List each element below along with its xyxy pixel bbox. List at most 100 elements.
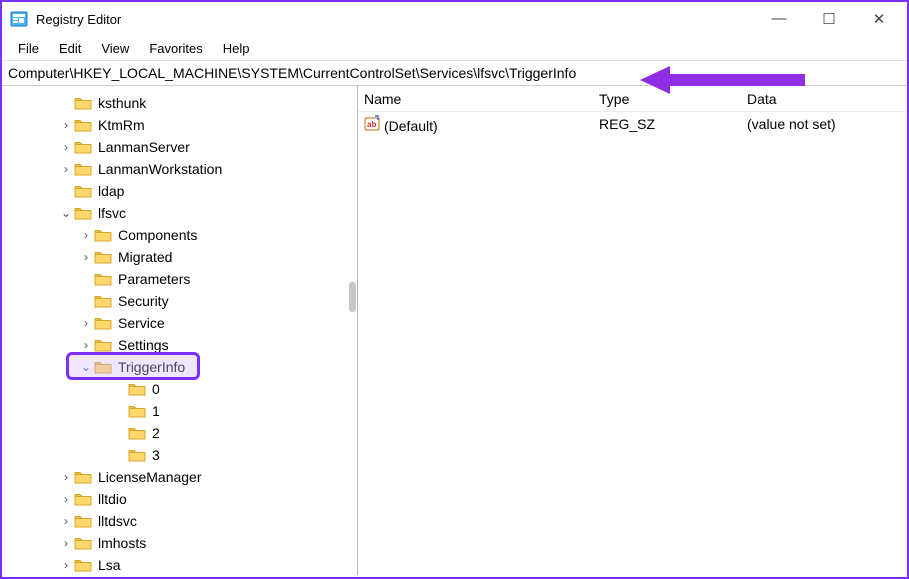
- list-header: Name Type Data: [358, 86, 907, 112]
- chevron-right-icon[interactable]: ›: [60, 514, 72, 528]
- folder-icon: [74, 536, 92, 550]
- tree-item-label: 0: [152, 381, 160, 397]
- chevron-right-icon[interactable]: ›: [60, 536, 72, 550]
- folder-icon: [74, 96, 92, 110]
- tree-item[interactable]: Security: [2, 290, 357, 312]
- tree-item[interactable]: › LicenseManager: [2, 466, 357, 488]
- menu-help[interactable]: Help: [213, 39, 260, 58]
- folder-icon: [74, 514, 92, 528]
- tree-item[interactable]: ⌄lfsvc: [2, 202, 357, 224]
- folder-icon: [74, 206, 92, 220]
- tree-item-label: ldap: [98, 183, 124, 199]
- tree-item[interactable]: 0: [2, 378, 357, 400]
- folder-icon: [74, 140, 92, 154]
- svg-text:ab: ab: [367, 120, 376, 129]
- tree-item[interactable]: 3: [2, 444, 357, 466]
- menu-view[interactable]: View: [91, 39, 139, 58]
- col-header-name[interactable]: Name: [364, 91, 599, 107]
- value-type: REG_SZ: [599, 116, 747, 132]
- tree-item-label: ksthunk: [98, 95, 146, 111]
- folder-icon: [94, 316, 112, 330]
- chevron-right-icon[interactable]: ›: [60, 140, 72, 154]
- string-value-icon: ab: [364, 115, 380, 131]
- list-row[interactable]: ab (Default) REG_SZ(value not set): [358, 112, 907, 136]
- tree-item[interactable]: › lltdsvc: [2, 510, 357, 532]
- folder-icon: [128, 448, 146, 462]
- close-button[interactable]: ✕: [865, 10, 893, 28]
- window-controls: — ☐ ✕: [765, 10, 899, 28]
- tree-item[interactable]: › Settings: [2, 334, 357, 356]
- folder-icon: [128, 382, 146, 396]
- menubar: File Edit View Favorites Help: [2, 36, 907, 60]
- chevron-right-icon[interactable]: ›: [60, 162, 72, 176]
- tree-item[interactable]: 1: [2, 400, 357, 422]
- chevron-right-icon[interactable]: ›: [80, 228, 92, 242]
- folder-icon: [74, 118, 92, 132]
- maximize-button[interactable]: ☐: [815, 10, 843, 28]
- value-data: (value not set): [747, 116, 907, 132]
- chevron-right-icon[interactable]: ›: [60, 492, 72, 506]
- tree-item-label: 3: [152, 447, 160, 463]
- chevron-right-icon[interactable]: ›: [80, 338, 92, 352]
- folder-icon: [74, 162, 92, 176]
- list-pane: Name Type Data ab (Default) REG_SZ(value n…: [358, 86, 907, 575]
- tree-item-label: lltdio: [98, 491, 127, 507]
- chevron-right-icon[interactable]: ›: [80, 250, 92, 264]
- menu-edit[interactable]: Edit: [49, 39, 91, 58]
- folder-icon: [74, 184, 92, 198]
- tree-item[interactable]: › Migrated: [2, 246, 357, 268]
- chevron-right-icon[interactable]: ›: [60, 558, 72, 572]
- tree-item-label: KtmRm: [98, 117, 145, 133]
- tree-item[interactable]: ⌄ TriggerInfo: [2, 356, 357, 378]
- folder-icon: [74, 558, 92, 572]
- chevron-right-icon[interactable]: ›: [80, 316, 92, 330]
- menu-file[interactable]: File: [8, 39, 49, 58]
- tree-item[interactable]: 2: [2, 422, 357, 444]
- tree-item[interactable]: › lltdio: [2, 488, 357, 510]
- tree-item[interactable]: ksthunk: [2, 92, 357, 114]
- folder-icon: [94, 294, 112, 308]
- chevron-down-icon[interactable]: ⌄: [60, 206, 72, 220]
- tree-item-label: Settings: [118, 337, 169, 353]
- tree-item-label: LanmanServer: [98, 139, 190, 155]
- folder-icon: [74, 470, 92, 484]
- folder-icon: [94, 228, 112, 242]
- tree-item[interactable]: › LanmanWorkstation: [2, 158, 357, 180]
- tree-item-label: Components: [118, 227, 197, 243]
- col-header-type[interactable]: Type: [599, 91, 747, 107]
- address-input[interactable]: [8, 65, 901, 81]
- tree-item-label: Migrated: [118, 249, 172, 265]
- tree-item[interactable]: › Service: [2, 312, 357, 334]
- tree-item-label: lmhosts: [98, 535, 146, 551]
- tree-item[interactable]: Parameters: [2, 268, 357, 290]
- tree-item[interactable]: › Components: [2, 224, 357, 246]
- tree-item-label: TriggerInfo: [118, 359, 185, 375]
- folder-icon: [94, 338, 112, 352]
- tree-item-label: Service: [118, 315, 165, 331]
- tree-item-label: LicenseManager: [98, 469, 202, 485]
- address-bar: [2, 60, 907, 86]
- value-name: (Default): [384, 118, 438, 134]
- tree-item-label: LanmanWorkstation: [98, 161, 222, 177]
- tree-item-label: 2: [152, 425, 160, 441]
- chevron-right-icon[interactable]: ›: [60, 470, 72, 484]
- tree-item[interactable]: › KtmRm: [2, 114, 357, 136]
- tree-item[interactable]: › LanmanServer: [2, 136, 357, 158]
- tree-item-label: 1: [152, 403, 160, 419]
- scrollbar-thumb[interactable]: [349, 282, 356, 312]
- tree-item-label: Security: [118, 293, 169, 309]
- tree-item-label: lltdsvc: [98, 513, 137, 529]
- menu-favorites[interactable]: Favorites: [139, 39, 212, 58]
- folder-icon: [74, 492, 92, 506]
- tree-item[interactable]: › lmhosts: [2, 532, 357, 554]
- tree-item[interactable]: ldap: [2, 180, 357, 202]
- chevron-down-icon[interactable]: ⌄: [80, 360, 92, 374]
- minimize-button[interactable]: —: [765, 10, 793, 28]
- main-area: ksthunk › KtmRm › LanmanServer › LanmanWorksta…: [2, 86, 907, 575]
- folder-icon: [128, 426, 146, 440]
- tree-item[interactable]: ›Lsa: [2, 554, 357, 575]
- chevron-right-icon[interactable]: ›: [60, 118, 72, 132]
- window-title: Registry Editor: [36, 12, 121, 27]
- regedit-icon: [10, 10, 28, 28]
- col-header-data[interactable]: Data: [747, 91, 907, 107]
